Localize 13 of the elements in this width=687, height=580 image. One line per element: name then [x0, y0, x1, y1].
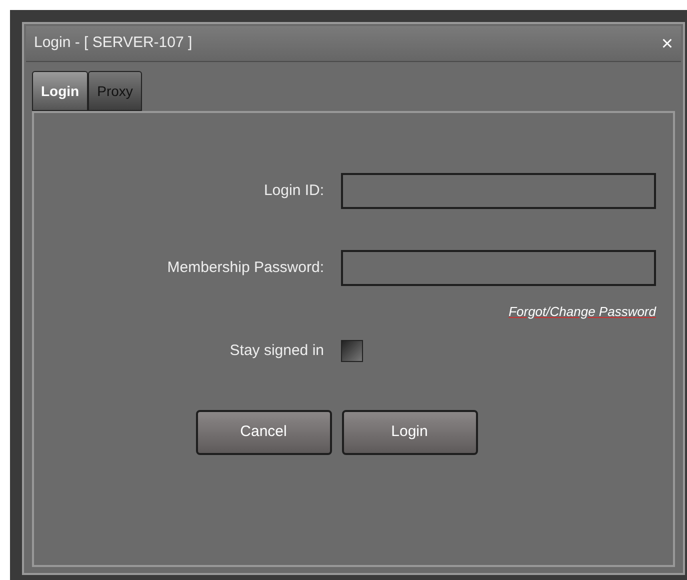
cancel-button[interactable]: Cancel: [196, 410, 332, 455]
tab[interactable]: Proxy: [88, 71, 142, 111]
tab[interactable]: Login: [32, 71, 88, 111]
stay-signed-in-checkbox[interactable]: [341, 340, 363, 362]
field-label: Membership Password:: [166, 258, 324, 278]
login-button[interactable]: Login: [342, 410, 478, 455]
field-label: Login ID:: [262, 180, 324, 201]
window-title: Login - [ SERVER-107 ]: [34, 33, 192, 54]
checkbox-label: Stay signed in: [228, 340, 324, 360]
close-button[interactable]: ×: [661, 34, 673, 54]
forgot-password-link[interactable]: Forgot/Change Password: [508, 302, 656, 322]
input-field[interactable]: [341, 250, 656, 286]
input-field[interactable]: [341, 173, 656, 209]
